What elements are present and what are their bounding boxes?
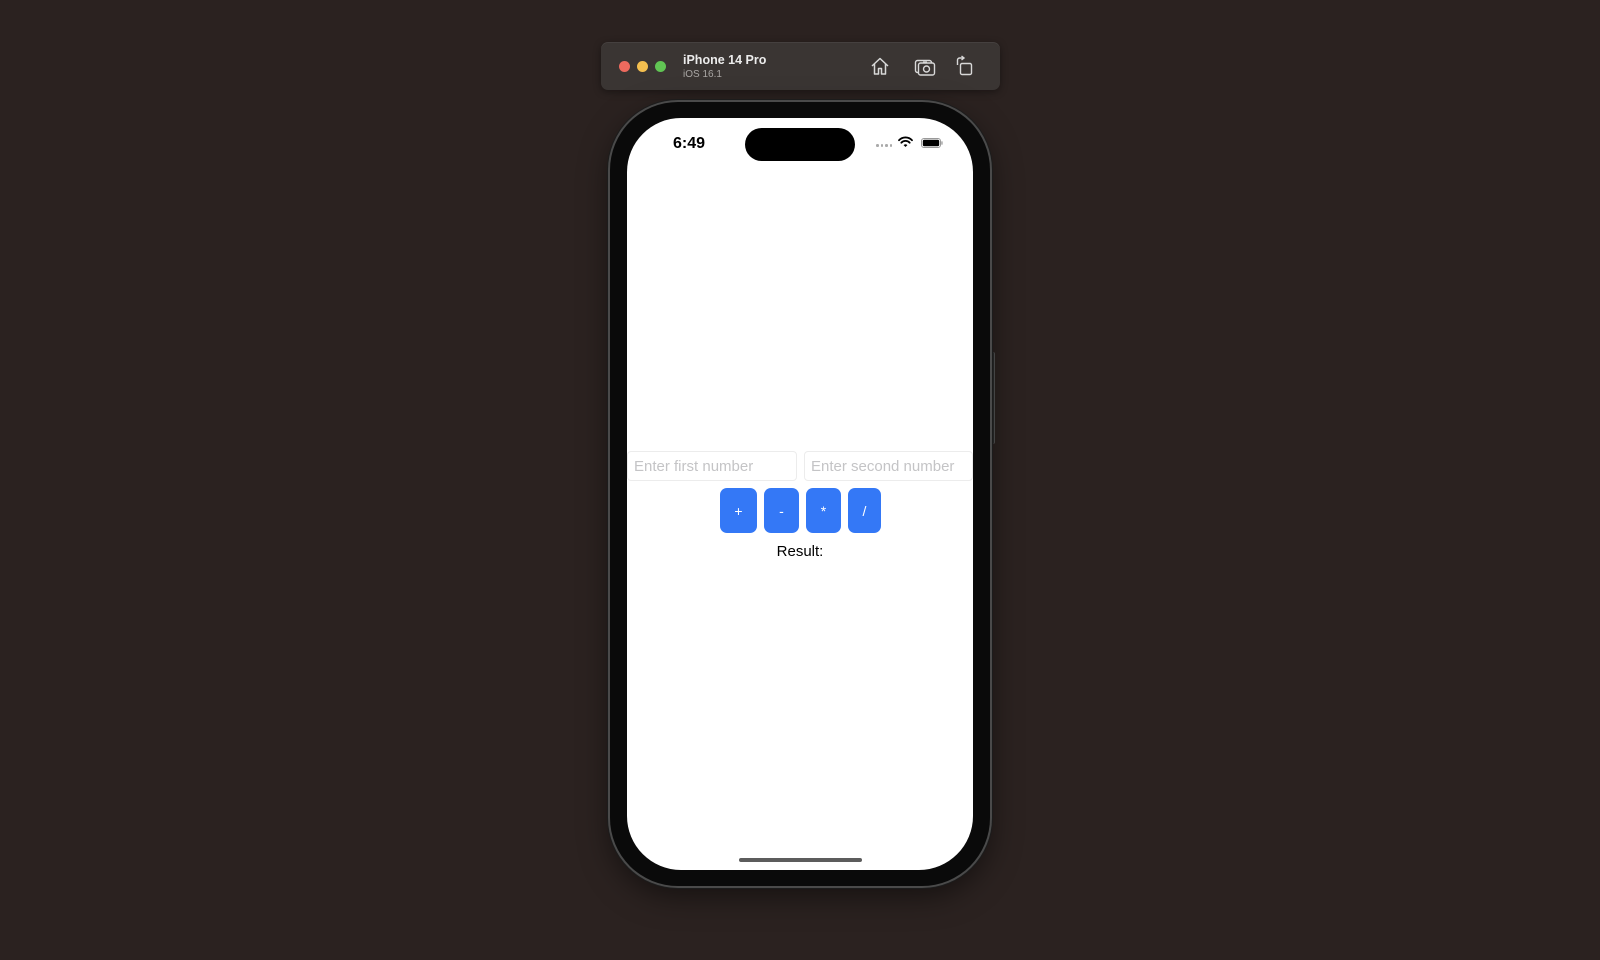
rotate-icon[interactable] [954,55,976,77]
home-indicator[interactable] [739,858,862,862]
result-label: Result: [776,543,824,560]
zoom-window-button[interactable] [655,61,666,72]
divide-button[interactable]: / [848,488,881,533]
first-number-input[interactable] [627,451,797,481]
home-icon[interactable] [869,55,891,77]
minimize-window-button[interactable] [637,61,648,72]
multiply-button[interactable]: * [806,488,841,533]
subtract-button[interactable]: - [764,488,799,533]
wifi-icon [898,136,913,147]
simulator-title-bar: iPhone 14 Pro iOS 16.1 [601,42,1000,90]
inputs-row [627,451,973,481]
close-window-button[interactable] [619,61,630,72]
battery-icon [921,138,943,148]
screenshot-icon[interactable] [914,55,936,77]
device-name: iPhone 14 Pro [683,53,767,67]
cellular-dots-icon [876,144,892,147]
second-number-input[interactable] [804,451,973,481]
dynamic-island [745,128,855,161]
status-time: 6:49 [673,135,706,152]
os-version: iOS 16.1 [683,69,722,80]
add-button[interactable]: + [720,488,757,533]
phone-screen: 6:49 + - * / Result: [627,118,973,870]
power-button [990,352,995,444]
